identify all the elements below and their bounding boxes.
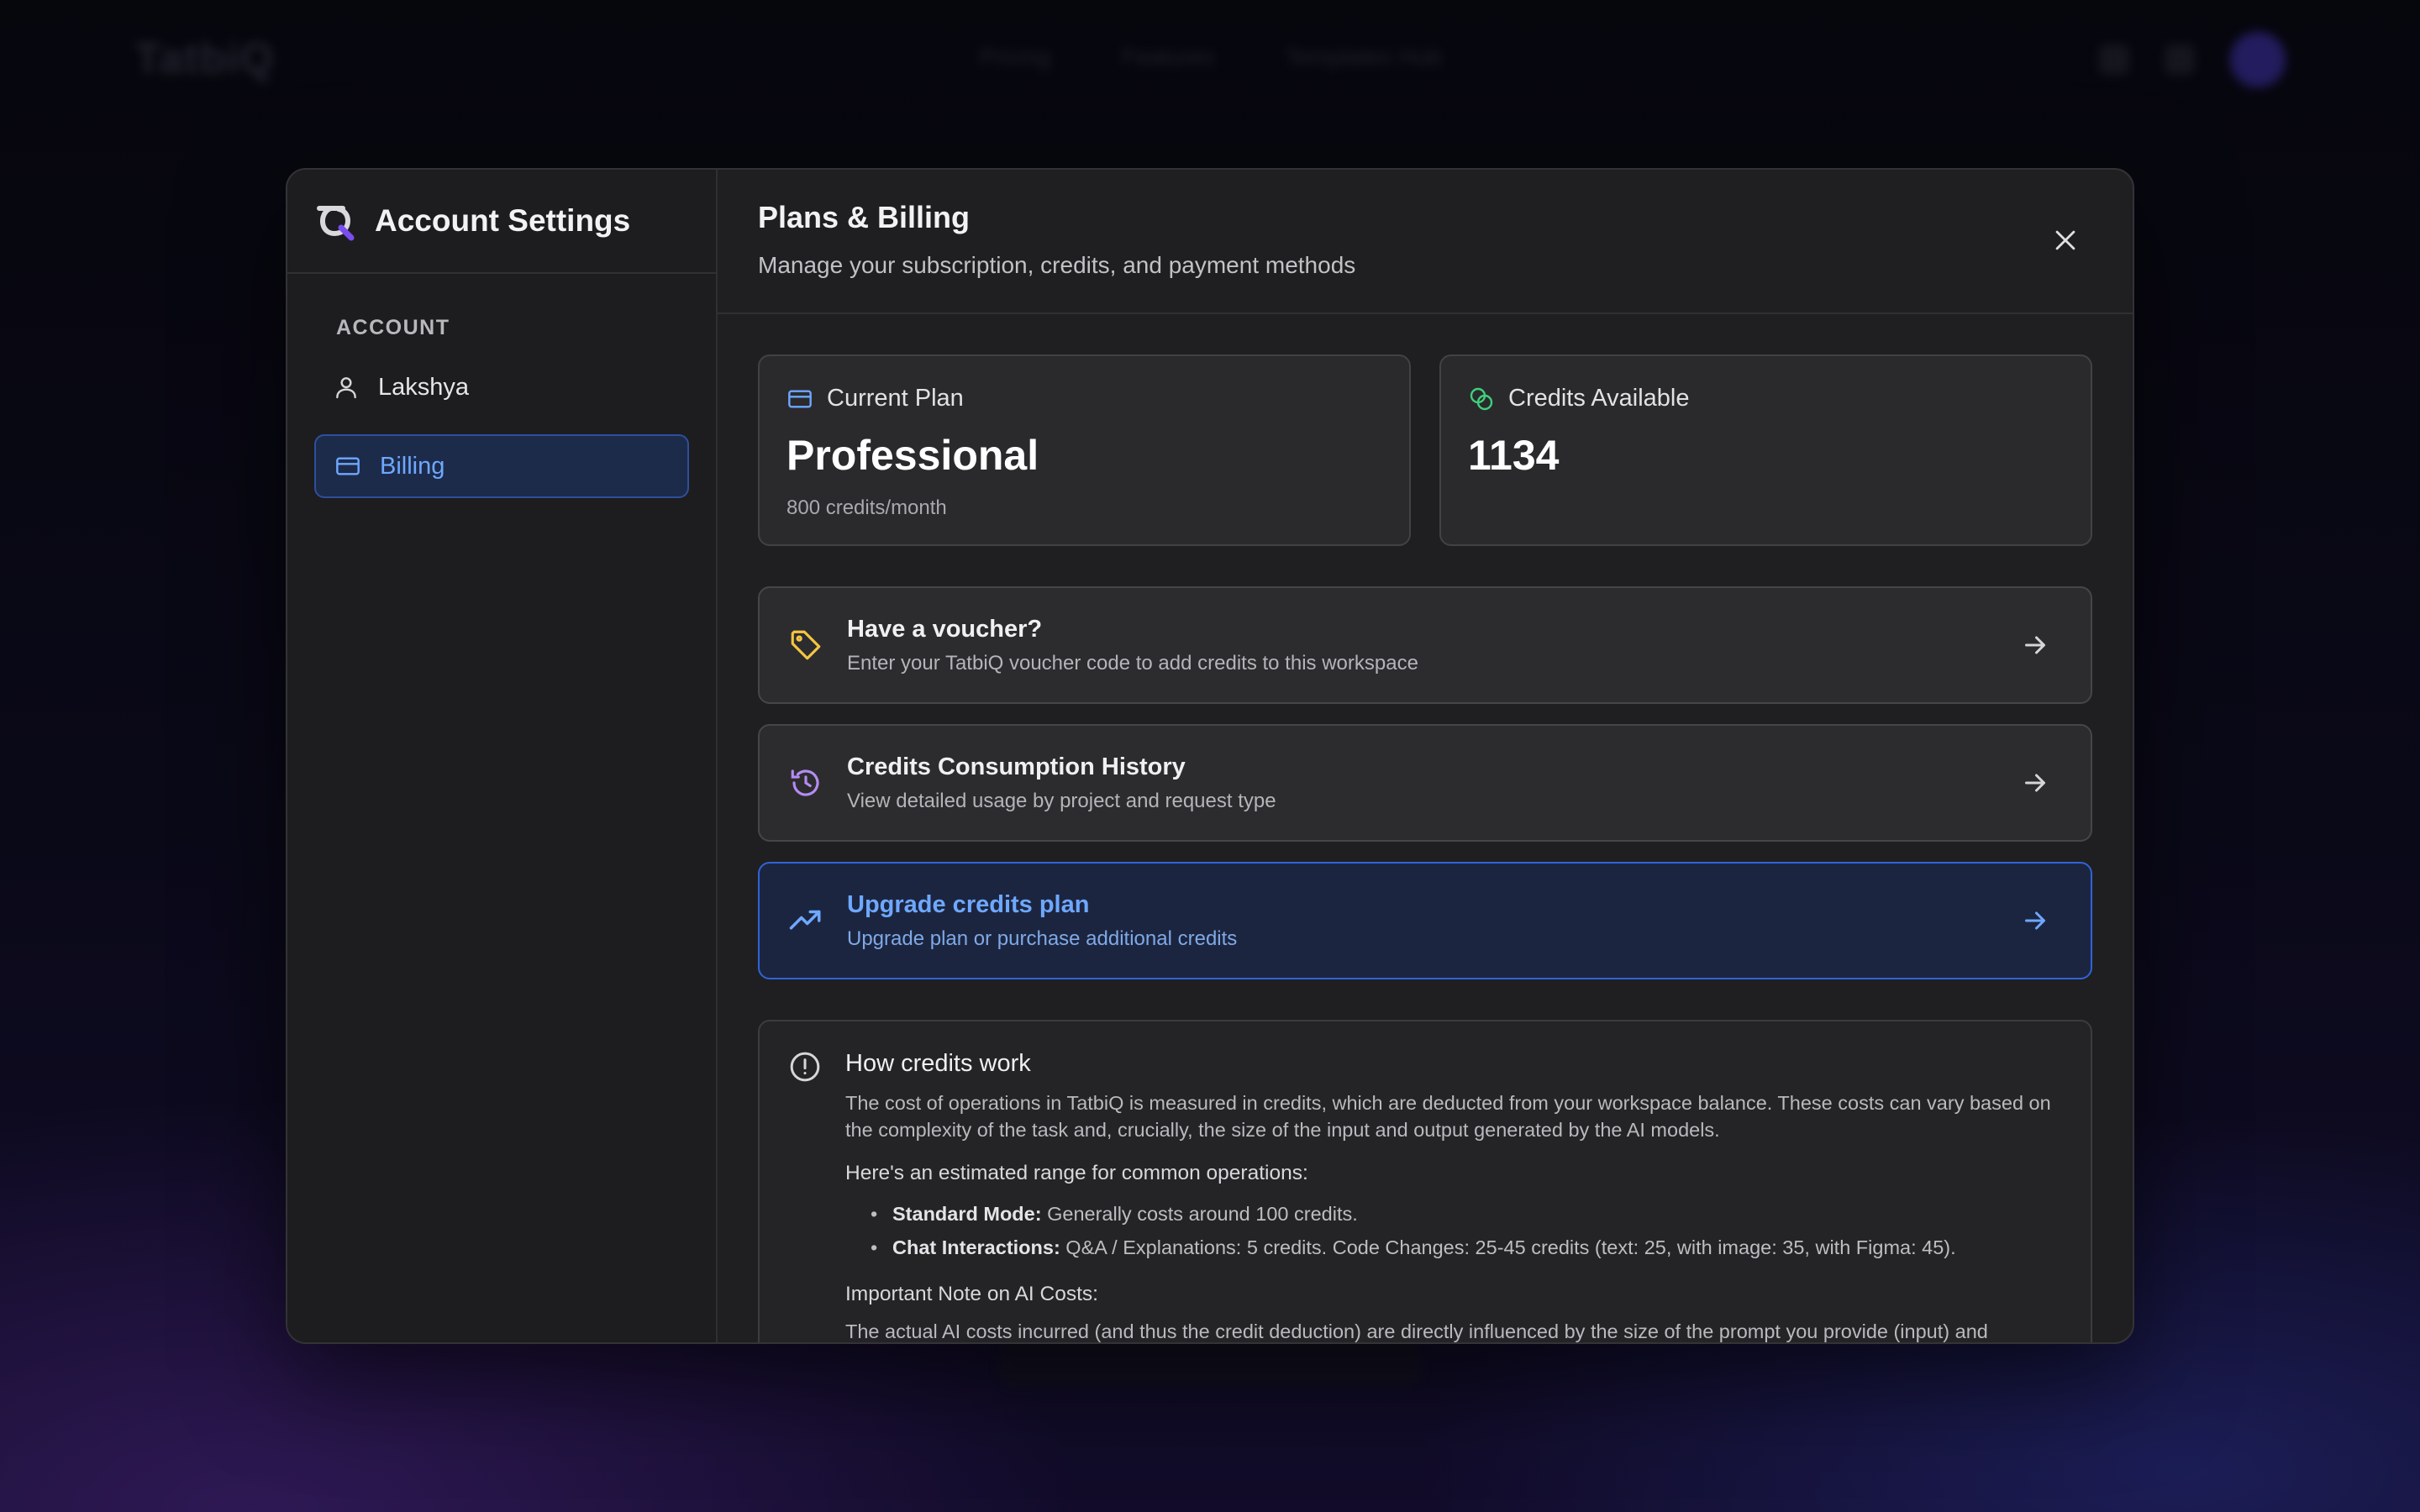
info-title: How credits work xyxy=(845,1050,1031,1077)
billing-panel: Plans & Billing Manage your subscription… xyxy=(718,170,2133,1342)
upgrade-plan-action[interactable]: Upgrade credits plan Upgrade plan or pur… xyxy=(758,862,2092,979)
sidebar-header: Account Settings xyxy=(287,170,716,274)
history-text: Credits Consumption History View detaile… xyxy=(847,753,2020,813)
credits-available-label: Credits Available xyxy=(1508,385,1690,412)
credits-available-header: Credits Available xyxy=(1468,385,2064,412)
list-item-label: Standard Mode: xyxy=(892,1203,1042,1225)
upgrade-title: Upgrade credits plan xyxy=(847,890,1090,918)
section-label: ACCOUNT xyxy=(336,316,450,339)
list-item-label: Chat Interactions: xyxy=(892,1236,1060,1258)
current-plan-card: Current Plan Professional 800 credits/mo… xyxy=(758,354,1411,546)
current-plan-label: Current Plan xyxy=(827,385,964,412)
credit-card-icon xyxy=(788,389,812,408)
background-header-actions xyxy=(2099,32,2286,87)
background-nav: Pricing Features Templates Hub xyxy=(979,44,1442,71)
background-icon xyxy=(2165,45,2195,75)
upgrade-description: Upgrade plan or purchase additional cred… xyxy=(847,927,1238,950)
background-avatar xyxy=(2230,32,2286,87)
list-item: Standard Mode: Generally costs around 10… xyxy=(871,1197,2062,1231)
list-item-text: Q&A / Explanations: 5 credits. Code Chan… xyxy=(1060,1236,1956,1258)
history-description: View detailed usage by project and reque… xyxy=(847,789,1276,812)
page-subtitle: Manage your subscription, credits, and p… xyxy=(758,252,1356,278)
coins-icon xyxy=(1470,387,1493,410)
background-nav-item: Templates Hub xyxy=(1285,44,1442,70)
account-settings-modal: Account Settings ACCOUNT Lakshya Billing… xyxy=(286,168,2134,1344)
background-icon xyxy=(2099,45,2129,75)
user-icon xyxy=(336,377,356,399)
sidebar-title: Account Settings xyxy=(375,203,631,238)
voucher-title: Have a voucher? xyxy=(847,615,1043,643)
how-credits-work-panel: How credits work The cost of operations … xyxy=(758,1020,2092,1342)
voucher-text: Have a voucher? Enter your TatbiQ vouche… xyxy=(847,616,2020,675)
panel-header: Plans & Billing Manage your subscription… xyxy=(718,170,2133,314)
info-list: Standard Mode: Generally costs around 10… xyxy=(845,1197,2062,1264)
credits-available-card: Credits Available 1134 xyxy=(1439,354,2092,546)
sidebar-item-label: Lakshya xyxy=(378,373,470,401)
credits-available-value: 1134 xyxy=(1468,432,1560,479)
history-icon xyxy=(791,769,819,796)
close-icon xyxy=(2055,230,2075,250)
sidebar-item-label: Billing xyxy=(380,452,445,480)
trending-up-icon xyxy=(789,910,821,930)
tag-icon xyxy=(791,630,821,660)
panel-content: Current Plan Professional 800 credits/mo… xyxy=(718,314,2133,1342)
voucher-description: Enter your TatbiQ voucher code to add cr… xyxy=(847,651,1418,675)
list-item: Chat Interactions: Q&A / Explanations: 5… xyxy=(871,1231,2062,1264)
info-intro: The cost of operations in TatbiQ is meas… xyxy=(845,1092,2051,1141)
arrow-right-icon xyxy=(2025,636,2045,654)
list-item-text: Generally costs around 100 credits. xyxy=(1041,1203,1358,1225)
tatbiq-logo-icon xyxy=(317,206,355,241)
info-note-heading: Important Note on AI Costs: xyxy=(845,1283,1098,1305)
current-plan-note: 800 credits/month xyxy=(786,496,947,519)
background-logo: TatbiQ xyxy=(134,34,275,83)
stats-row: Current Plan Professional 800 credits/mo… xyxy=(758,354,2092,546)
background-nav-item: Features xyxy=(1121,44,1215,70)
sidebar-item-billing[interactable]: Billing xyxy=(314,434,689,498)
consumption-history-action[interactable]: Credits Consumption History View detaile… xyxy=(758,724,2092,842)
info-range-heading: Here's an estimated range for common ope… xyxy=(845,1162,1308,1184)
info-body: How credits work The cost of operations … xyxy=(845,1050,2062,1342)
info-icon xyxy=(790,1052,820,1082)
credit-card-icon xyxy=(336,457,360,475)
close-button[interactable] xyxy=(2049,223,2082,257)
arrow-right-icon xyxy=(2025,774,2045,792)
page-title: Plans & Billing xyxy=(758,200,971,234)
info-note-text: The actual AI costs incurred (and thus t… xyxy=(845,1320,1988,1342)
current-plan-header: Current Plan xyxy=(786,385,1382,412)
settings-sidebar: Account Settings ACCOUNT Lakshya Billing xyxy=(287,170,718,1342)
current-plan-value: Professional xyxy=(786,432,1039,479)
arrow-right-icon xyxy=(2025,911,2045,930)
upgrade-text: Upgrade credits plan Upgrade plan or pur… xyxy=(847,891,2020,951)
background-nav-item: Pricing xyxy=(979,44,1051,70)
voucher-action[interactable]: Have a voucher? Enter your TatbiQ vouche… xyxy=(758,586,2092,704)
history-title: Credits Consumption History xyxy=(847,753,1186,780)
sidebar-item-profile[interactable]: Lakshya xyxy=(314,355,689,419)
